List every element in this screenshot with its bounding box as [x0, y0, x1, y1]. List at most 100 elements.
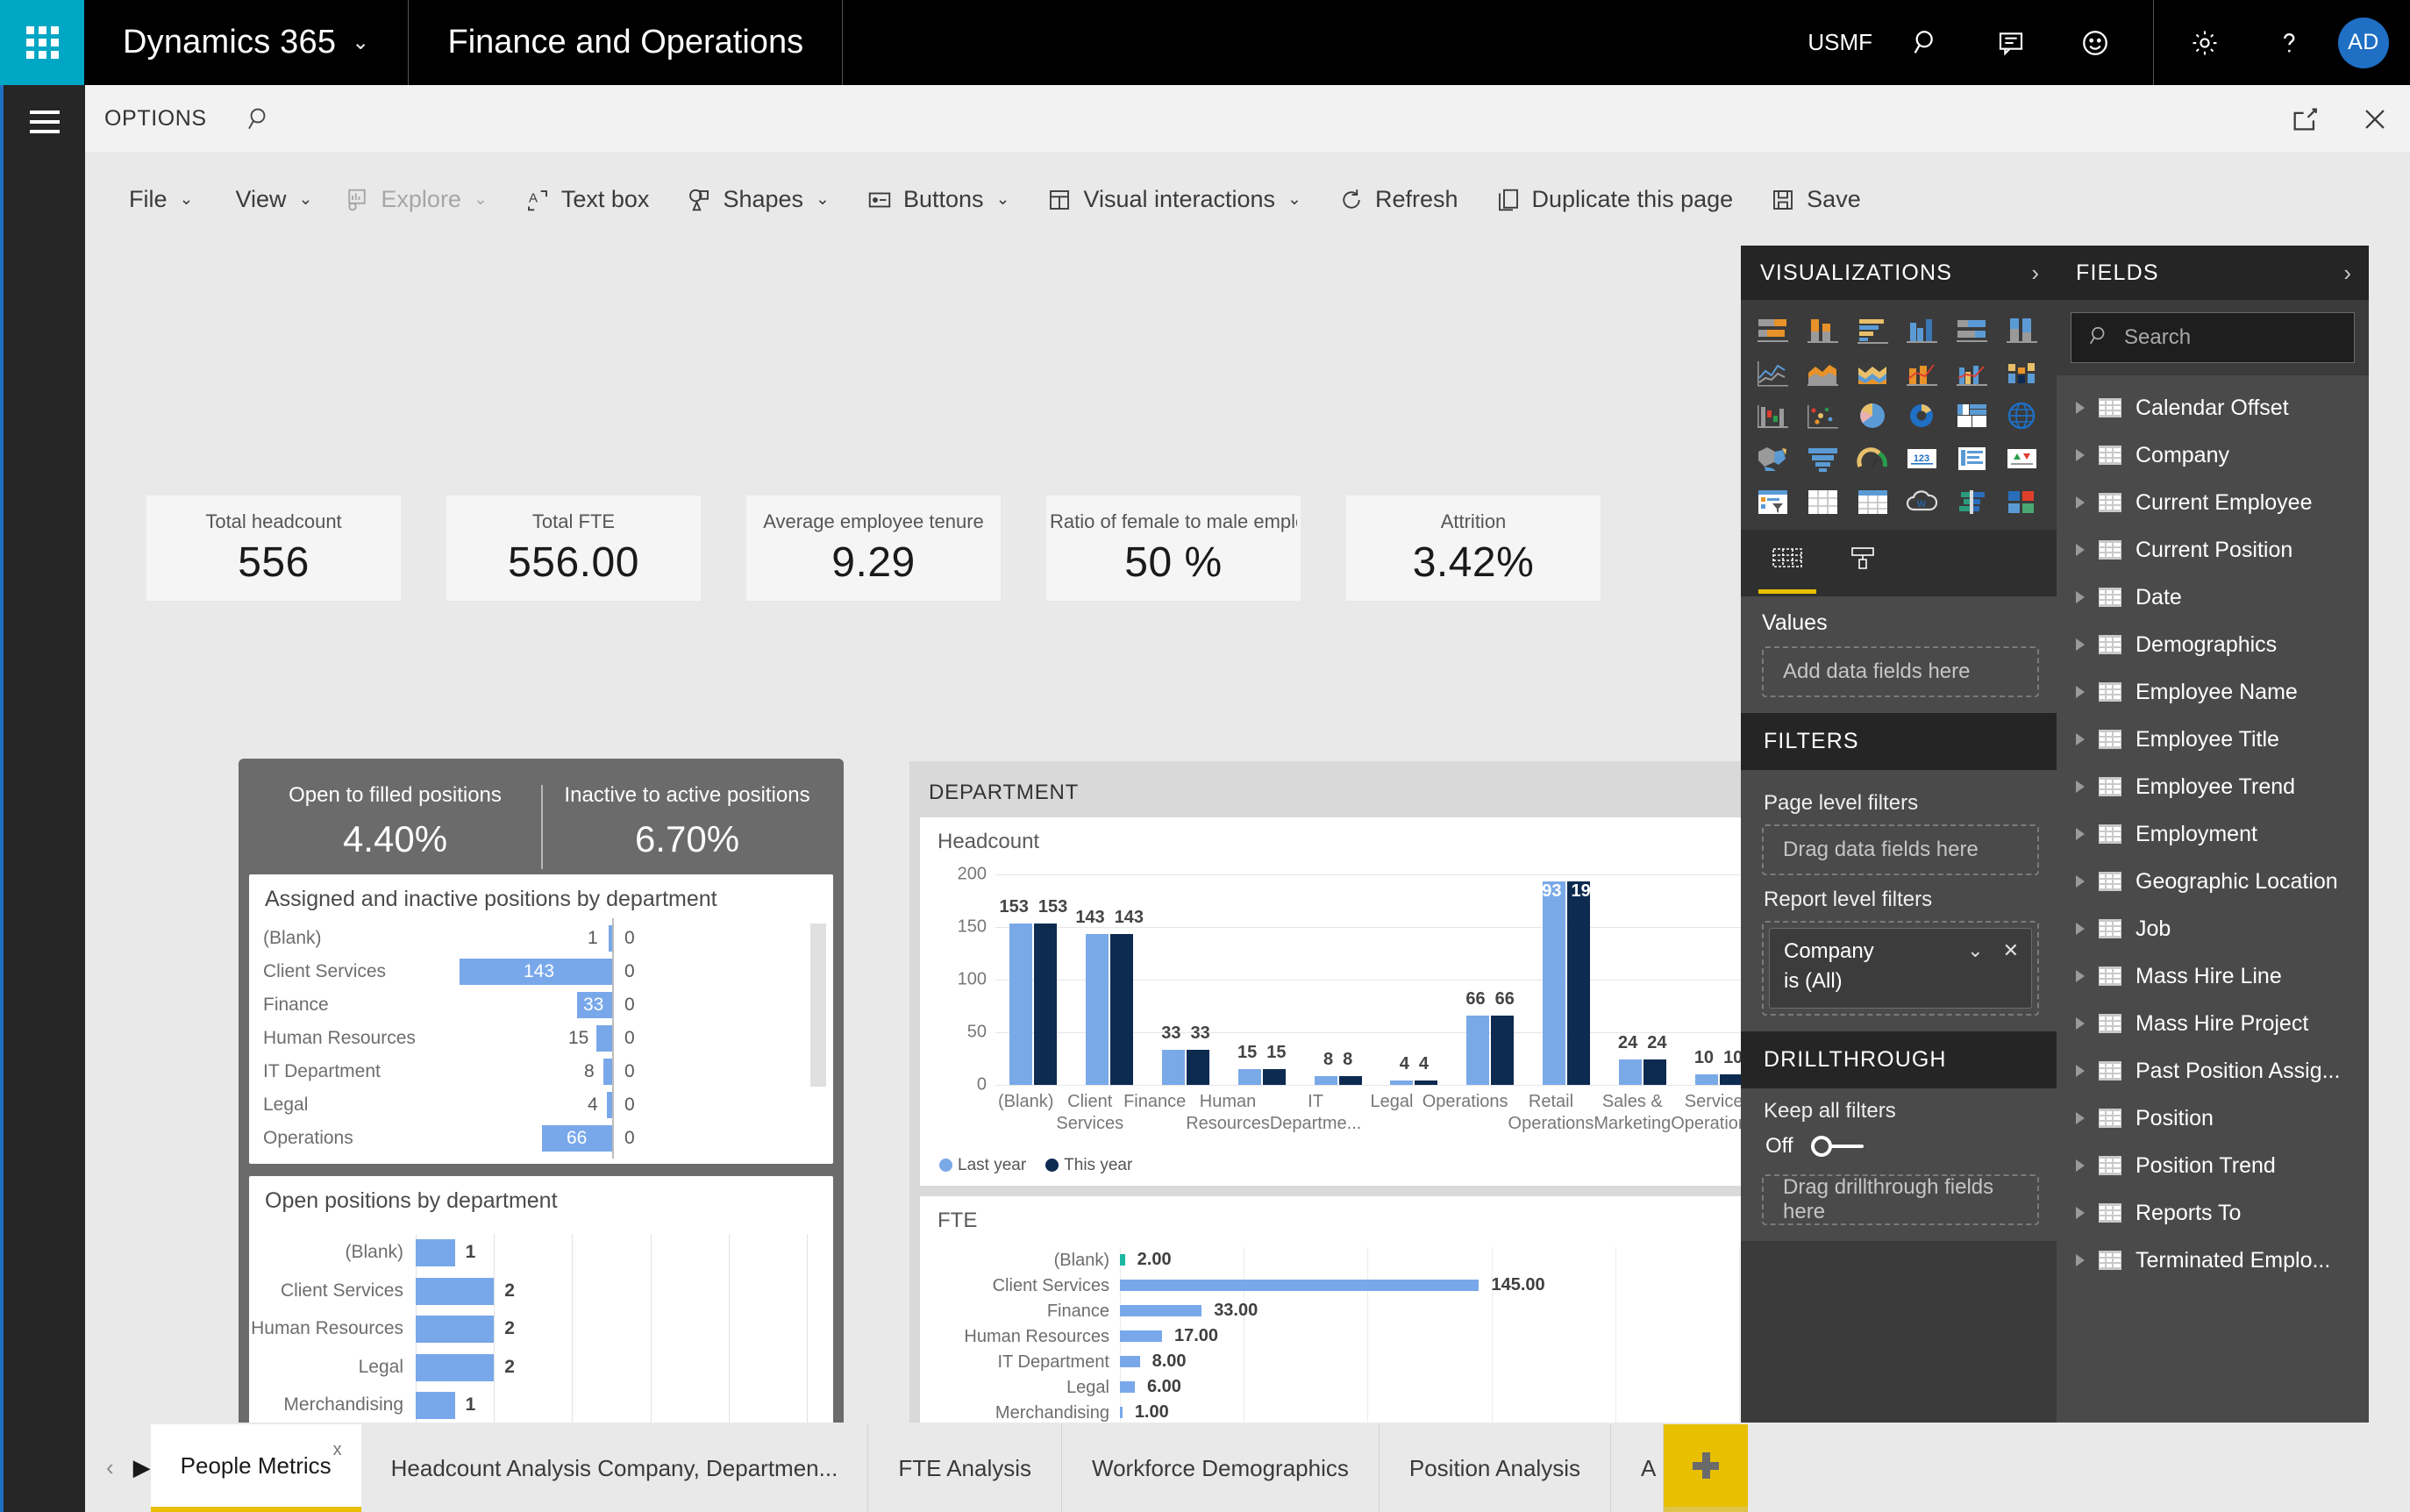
chevron-right-icon[interactable]: › [2343, 260, 2351, 287]
values-dropzone[interactable]: Add data fields here [1762, 646, 2039, 697]
gear-icon[interactable] [2163, 0, 2247, 85]
legend-item-last-year[interactable]: Last year [939, 1156, 1026, 1175]
file-menu[interactable]: File ⌄ [113, 168, 209, 232]
duplicate-page-button[interactable]: Duplicate this page [1480, 168, 1750, 232]
avatar[interactable]: AD [2338, 17, 2389, 68]
card-number-icon[interactable]: 123 [1902, 441, 1943, 476]
filled-map-icon[interactable] [1753, 441, 1793, 476]
chart-assigned-inactive-positions[interactable]: Assigned and inactive positions by depar… [249, 874, 833, 1164]
field-item-employee-title[interactable]: Employee Title [2057, 716, 2369, 763]
report-level-filters-dropzone[interactable]: ⌄ ✕ Company is (All) [1762, 921, 2039, 1016]
search-icon[interactable] [246, 105, 274, 133]
expand-caret-icon[interactable] [2076, 923, 2085, 935]
kpi-card-attrition[interactable]: Attrition 3.42% [1346, 496, 1601, 601]
tab-fte-analysis[interactable]: FTE Analysis [868, 1424, 1063, 1512]
tab-partial-next[interactable]: A [1611, 1424, 1665, 1512]
expand-caret-icon[interactable] [2076, 1254, 2085, 1266]
message-icon[interactable] [1969, 0, 2053, 85]
help-icon[interactable] [2247, 0, 2331, 85]
app-launcher-icon[interactable] [0, 0, 84, 85]
tab-next-arrow[interactable]: ▶ [133, 1454, 151, 1481]
line-and-clustered-column-chart-icon[interactable] [1952, 355, 1993, 390]
ratio-open-to-filled[interactable]: Open to filled positions 4.40% [249, 783, 541, 860]
vertical-scrollbar[interactable] [810, 924, 826, 1087]
stacked-area-chart-icon[interactable] [1853, 355, 1893, 390]
company-selector[interactable]: USMF [1795, 0, 1885, 85]
save-button[interactable]: Save [1754, 168, 1877, 232]
multi-row-card-icon[interactable] [1952, 441, 1993, 476]
line-chart-icon[interactable] [1753, 355, 1793, 390]
field-item-demographics[interactable]: Demographics [2057, 621, 2369, 668]
options-button[interactable]: OPTIONS [104, 106, 207, 132]
kpi-card-total-fte[interactable]: Total FTE 556.00 [446, 496, 701, 601]
field-item-mass-hire-project[interactable]: Mass Hire Project [2057, 1000, 2369, 1047]
expand-caret-icon[interactable] [2076, 638, 2085, 651]
search-input[interactable]: Search [2071, 312, 2355, 363]
field-item-position-trend[interactable]: Position Trend [2057, 1142, 2369, 1189]
kpi-card-total-headcount[interactable]: Total headcount 556 [146, 496, 401, 601]
clustered-column-chart-icon[interactable] [1902, 312, 1943, 347]
tab-headcount-analysis[interactable]: Headcount Analysis Company, Departmen... [361, 1424, 869, 1512]
chevron-down-icon[interactable]: ⌄ [1967, 939, 1983, 962]
field-item-geographic-location[interactable]: Geographic Location [2057, 858, 2369, 905]
field-item-calendar-offset[interactable]: Calendar Offset [2057, 384, 2369, 431]
expand-caret-icon[interactable] [2076, 875, 2085, 888]
refresh-button[interactable]: Refresh [1323, 168, 1474, 232]
expand-caret-icon[interactable] [2076, 544, 2085, 556]
keep-all-filters-toggle[interactable]: Off [1765, 1134, 2039, 1159]
funnel-chart-icon[interactable] [1803, 441, 1843, 476]
drillthrough-dropzone[interactable]: Drag drillthrough fields here [1762, 1174, 2039, 1225]
treemap-icon[interactable] [1952, 398, 1993, 433]
field-item-past-position-assignment[interactable]: Past Position Assig... [2057, 1047, 2369, 1095]
filter-card-company[interactable]: ⌄ ✕ Company is (All) [1769, 928, 2032, 1009]
pie-chart-icon[interactable] [1853, 398, 1893, 433]
field-item-reports-to[interactable]: Reports To [2057, 1189, 2369, 1237]
explore-menu[interactable]: Explore ⌄ [328, 168, 503, 232]
page-level-filters-dropzone[interactable]: Drag data fields here [1762, 824, 2039, 875]
format-paintbrush-tab-icon[interactable] [1843, 544, 1883, 583]
expand-caret-icon[interactable] [2076, 686, 2085, 698]
hamburger-menu-icon[interactable] [30, 111, 60, 133]
expand-caret-icon[interactable] [2076, 1017, 2085, 1030]
field-item-terminated-employee[interactable]: Terminated Emplo... [2057, 1237, 2369, 1284]
expand-caret-icon[interactable] [2076, 828, 2085, 840]
search-icon[interactable] [1885, 0, 1969, 85]
gauge-chart-icon[interactable] [1853, 441, 1893, 476]
expand-caret-icon[interactable] [2076, 496, 2085, 509]
field-item-job[interactable]: Job [2057, 905, 2369, 952]
field-item-mass-hire-line[interactable]: Mass Hire Line [2057, 952, 2369, 1000]
view-menu[interactable]: View ⌄ [219, 168, 328, 232]
donut-chart-icon[interactable] [1902, 398, 1943, 433]
word-cloud-icon[interactable]: W [1902, 484, 1943, 519]
add-page-button[interactable] [1664, 1424, 1749, 1512]
ribbon-chart-icon[interactable] [2002, 355, 2043, 390]
expand-caret-icon[interactable] [2076, 1207, 2085, 1219]
expand-caret-icon[interactable] [2076, 1065, 2085, 1077]
field-item-current-position[interactable]: Current Position [2057, 526, 2369, 574]
slicer-icon[interactable] [1753, 484, 1793, 519]
field-item-date[interactable]: Date [2057, 574, 2369, 621]
chart-headcount[interactable]: Headcount 0 50 100 150 200 153 153 143 1… [920, 817, 1776, 1186]
clustered-bar-chart-icon[interactable] [1853, 312, 1893, 347]
brand-dynamics365[interactable]: Dynamics 365 ⌄ [84, 0, 410, 85]
expand-caret-icon[interactable] [2076, 1112, 2085, 1124]
100-stacked-bar-chart-icon[interactable] [1952, 312, 1993, 347]
expand-caret-icon[interactable] [2076, 781, 2085, 793]
close-icon[interactable] [2340, 85, 2410, 153]
field-item-current-employee[interactable]: Current Employee [2057, 479, 2369, 526]
matrix-icon[interactable] [1853, 484, 1893, 519]
buttons-menu[interactable]: Buttons ⌄ [851, 168, 1025, 232]
tab-position-analysis[interactable]: Position Analysis [1380, 1424, 1611, 1512]
open-in-new-window-icon[interactable] [2270, 85, 2340, 153]
field-item-employee-name[interactable]: Employee Name [2057, 668, 2369, 716]
field-item-company[interactable]: Company [2057, 431, 2369, 479]
text-box-button[interactable]: A Text box [509, 168, 666, 232]
shapes-menu[interactable]: Shapes ⌄ [670, 168, 845, 232]
expand-caret-icon[interactable] [2076, 1159, 2085, 1172]
scatter-chart-icon[interactable] [1803, 398, 1843, 433]
waterfall-chart-icon[interactable] [1753, 398, 1793, 433]
expand-caret-icon[interactable] [2076, 449, 2085, 461]
expand-caret-icon[interactable] [2076, 591, 2085, 603]
legend-item-this-year[interactable]: This year [1045, 1156, 1132, 1175]
area-chart-icon[interactable] [1803, 355, 1843, 390]
